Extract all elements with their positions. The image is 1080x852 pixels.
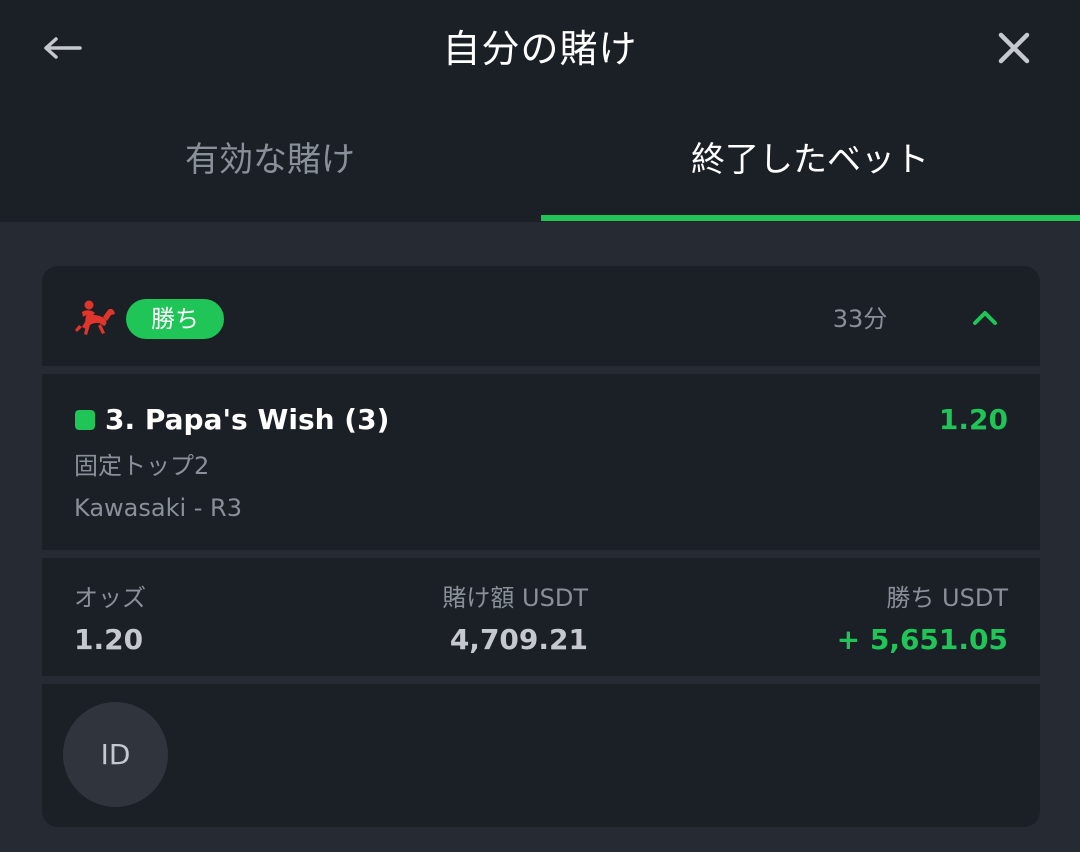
selection-name: 3. Papa's Wish (3) — [105, 403, 390, 436]
header: 自分の賭け 有効な賭け 終了したベット — [0, 0, 1080, 222]
bet-id-section — [42, 684, 1040, 827]
chevron-up-icon — [973, 311, 997, 325]
page-title: 自分の賭け — [442, 27, 638, 71]
win-value: + 5,651.05 — [836, 623, 1008, 656]
perforation-divider — [42, 366, 1040, 374]
tab-ended-bets[interactable]: 終了したベット — [540, 126, 1080, 222]
odds-label: オッズ — [74, 584, 146, 612]
selection-market: 固定トップ2 — [74, 452, 210, 480]
active-tab-indicator — [541, 215, 1080, 221]
horse-racing-icon — [75, 300, 115, 335]
stake-label: 賭け額 USDT — [442, 584, 588, 612]
perforation-divider — [42, 550, 1040, 558]
status-badge: 勝ち — [126, 299, 224, 339]
selection-color-marker — [75, 410, 95, 430]
stake-value: 4,709.21 — [449, 623, 588, 656]
my-bets-screen: 自分の賭け 有効な賭け 終了したベット 勝ち 33分 3. Papa's Wis… — [0, 0, 1080, 852]
tab-active-bets[interactable]: 有効な賭け — [0, 126, 540, 222]
perforation-divider — [42, 676, 1040, 684]
bet-time-ago: 33分 — [832, 305, 888, 333]
collapse-button[interactable] — [962, 296, 1008, 340]
selection-event: Kawasaki - R3 — [74, 494, 242, 522]
odds-value: 1.20 — [74, 623, 144, 656]
bet-id-button[interactable]: ID — [63, 702, 168, 807]
win-label: 勝ち USDT — [886, 584, 1008, 612]
close-button[interactable] — [990, 22, 1038, 74]
close-icon — [998, 32, 1030, 64]
selection-odds: 1.20 — [938, 403, 1008, 436]
